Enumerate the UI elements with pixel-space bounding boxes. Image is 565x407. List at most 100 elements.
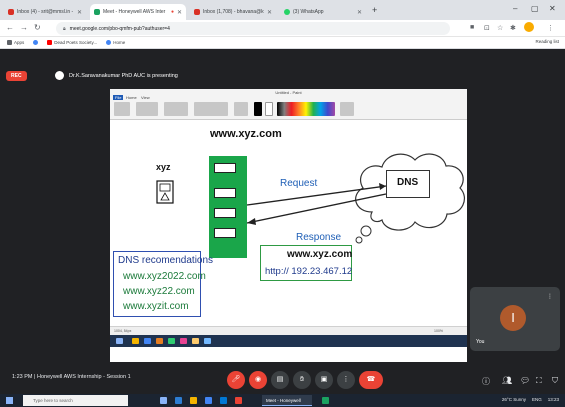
new-tab-button[interactable]: + — [372, 5, 377, 15]
edit-colors-icon[interactable] — [340, 102, 354, 116]
url-text: meet.google.com/pbo-qmfm-pub?authuser=4 — [69, 25, 170, 32]
chrome-icon — [33, 40, 39, 45]
captions-button[interactable]: ▤ — [271, 371, 289, 389]
bookmark-chrome[interactable] — [33, 40, 39, 45]
chat-icon[interactable]: 💬︎ — [520, 376, 530, 385]
zoom-level: 100% — [434, 329, 443, 333]
bookmark-label: Apps — [14, 40, 25, 45]
bookmark-dead-poets[interactable]: Dead Poets Society... — [47, 40, 97, 45]
start-button[interactable] — [6, 397, 13, 404]
maximize-icon[interactable]: ▢ — [531, 4, 539, 13]
bookmark-star-icon[interactable]: ☆ — [497, 24, 503, 32]
paint-status-bar: 1004, 54px 100% — [110, 326, 467, 335]
active-app-label: Meet - Honeywell — [266, 398, 301, 403]
search-placeholder: Type here to search — [33, 398, 73, 403]
meet-control-bar: 1:23 PM | Honeywell AWS Internship - Ses… — [0, 366, 565, 394]
separator: | — [34, 374, 36, 380]
response-label: Response — [296, 232, 342, 243]
clipboard-icon[interactable] — [114, 102, 130, 116]
close-tab-icon[interactable]: ✕ — [177, 9, 182, 16]
participant-tile[interactable]: ⋮ I You — [470, 287, 560, 351]
close-tab-icon[interactable]: ✕ — [77, 9, 82, 16]
browser-toolbar: ← → ↻ 🔒︎ meet.google.com/pbo-qmfm-pub?au… — [0, 20, 565, 37]
more-options-button[interactable]: ⋮ — [337, 371, 355, 389]
reading-list[interactable]: Reading list — [535, 39, 559, 44]
shared-taskbar — [110, 335, 467, 347]
tab-label: Inbox (1,708) - bhavana@ktm — [203, 9, 264, 15]
camera-indicator-icon[interactable]: ■ — [470, 24, 474, 31]
close-tab-icon[interactable]: ✕ — [267, 9, 272, 16]
app-icon — [180, 338, 187, 344]
paint-icon — [156, 338, 163, 344]
info-icon[interactable]: ⓘ — [482, 376, 490, 387]
youtube-icon — [47, 40, 53, 45]
bookmark-apps[interactable]: Apps — [7, 40, 24, 45]
dns-label: DNS — [397, 177, 419, 188]
bookmark-label: Dead Poets Society... — [54, 40, 98, 45]
explorer-icon — [132, 338, 139, 344]
language-indicator[interactable]: ENG — [532, 397, 542, 402]
forward-icon[interactable]: → — [20, 23, 28, 32]
apps-grid-icon — [7, 40, 12, 45]
windows-taskbar: Type here to search Meet - Honeywell 26°… — [0, 394, 565, 407]
weather-widget[interactable]: 26°C Sunny — [502, 397, 526, 402]
address-bar[interactable]: 🔒︎ meet.google.com/pbo-qmfm-pub?authuser… — [56, 22, 450, 35]
ribbon-tab-home[interactable]: Home — [126, 95, 137, 100]
tab-gmail-1[interactable]: Inbox (4) - srit@mmsl.in - SRIT.i ✕ — [4, 4, 86, 20]
cursor-position: 1004, 54px — [114, 329, 132, 333]
tab-gmail-2[interactable]: Inbox (1,708) - bhavana@ktm ✕ — [190, 4, 276, 20]
system-tray: 26°C Sunny ENG 13:23 — [502, 397, 559, 402]
close-window-icon[interactable]: ✕ — [549, 4, 556, 13]
whatsapp-icon — [284, 9, 290, 15]
present-button[interactable]: ▣ — [315, 371, 333, 389]
shapes-icon[interactable] — [194, 102, 228, 116]
recommendation-item: www.xyz2022.com — [123, 271, 206, 282]
paint-canvas[interactable]: www.xyz.com xyz DNS Request Response www… — [110, 120, 467, 326]
chrome-icon — [106, 40, 112, 45]
reload-icon[interactable]: ↻ — [34, 23, 41, 32]
store-icon[interactable] — [220, 397, 227, 404]
size-icon[interactable] — [234, 102, 248, 116]
host-controls-icon[interactable]: ⛉ — [552, 376, 558, 386]
tools-icon[interactable] — [164, 102, 188, 116]
activities-icon[interactable]: ⛶ — [536, 376, 542, 386]
color1-swatch[interactable] — [254, 102, 262, 116]
bookmark-home[interactable]: Home — [106, 40, 125, 45]
menu-kebab-icon[interactable]: ⋮ — [547, 24, 554, 32]
extensions-icon[interactable]: ✱ — [510, 24, 516, 32]
chrome-icon[interactable] — [205, 397, 212, 404]
share-icon[interactable]: ⊡ — [484, 24, 490, 32]
close-tab-icon[interactable]: ✕ — [357, 9, 362, 16]
edge-icon[interactable] — [175, 397, 182, 404]
leave-call-button[interactable]: ☎︎ — [359, 371, 383, 389]
file-explorer-icon[interactable] — [190, 397, 197, 404]
tab-whatsapp[interactable]: (3) WhatsApp ✕ — [280, 4, 366, 20]
gmail-icon — [194, 9, 200, 15]
app-icon[interactable] — [322, 397, 329, 404]
task-view-icon[interactable] — [160, 397, 167, 404]
ribbon-tab-file[interactable]: File — [113, 95, 124, 100]
color2-swatch[interactable] — [265, 102, 273, 116]
meeting-time: 1:23 PM — [12, 374, 33, 380]
server-slot — [214, 228, 236, 238]
ribbon-tab-view[interactable]: View — [141, 95, 150, 100]
app-icon[interactable] — [235, 397, 242, 404]
minimize-icon[interactable]: – — [513, 4, 517, 13]
tab-meet[interactable]: Meet - Honeywell AWS Inter ● ✕ — [90, 4, 186, 20]
people-icon[interactable]: 👥︎ — [502, 376, 512, 385]
raise-hand-button[interactable]: ✋︎ — [293, 371, 311, 389]
server-slot — [214, 163, 236, 173]
color-palette[interactable] — [277, 102, 335, 116]
profile-avatar[interactable] — [524, 22, 534, 32]
bookmarks-bar: Apps Dead Poets Society... Home Reading … — [0, 37, 565, 49]
mic-off-button[interactable]: 🎤︎ — [227, 371, 245, 389]
back-icon[interactable]: ← — [6, 23, 14, 32]
meeting-info: 1:23 PM | Honeywell AWS Internship - Ses… — [12, 374, 131, 380]
taskbar-clock[interactable]: 13:23 — [548, 397, 559, 402]
camera-off-button[interactable]: ◉ — [249, 371, 267, 389]
gmail-icon — [8, 9, 14, 15]
taskbar-search[interactable]: Type here to search — [23, 395, 128, 406]
taskbar-active-app[interactable]: Meet - Honeywell — [262, 395, 312, 406]
image-tools-icon[interactable] — [136, 102, 158, 116]
request-label: Request — [280, 178, 318, 189]
